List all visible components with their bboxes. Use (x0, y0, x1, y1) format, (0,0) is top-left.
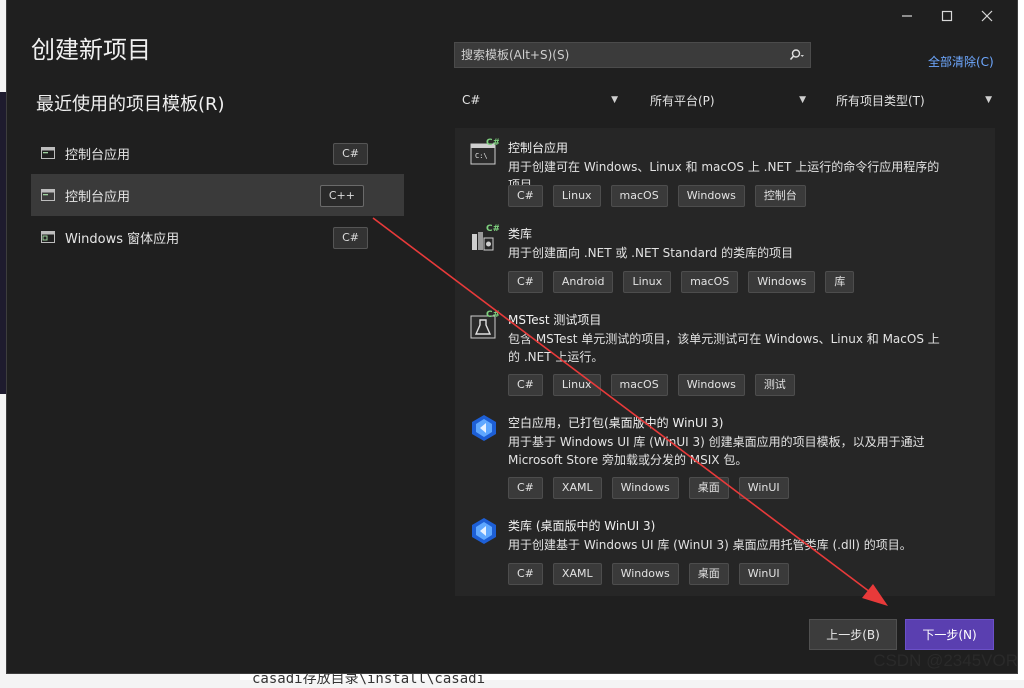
minimize-button[interactable] (887, 6, 927, 26)
close-icon (981, 10, 993, 22)
tag-badge: C# (508, 477, 543, 499)
winui-icon (472, 415, 496, 441)
template-tags: C# XAML Windows 桌面 WinUI (508, 477, 789, 499)
tag-badge: 桌面 (688, 477, 729, 499)
tag-badge: 库 (825, 271, 855, 293)
template-description: 用于创建面向 .NET 或 .NET Standard 的类库的项目 (508, 246, 794, 260)
search-input[interactable] (455, 47, 784, 63)
create-project-dialog: 创建新项目 最近使用的项目模板(R) 控制台应用 C# 控制台应用 C++ Wi… (6, 0, 1018, 674)
template-title: 类库 (508, 227, 533, 241)
tag-badge: Windows (611, 563, 679, 585)
tag-badge: C# (508, 185, 543, 207)
template-title: MSTest 测试项目 (508, 313, 602, 327)
template-title: 空白应用，已打包(桌面版中的 WinUI 3) (508, 416, 724, 430)
tag-badge: Windows (748, 271, 816, 293)
template-tags: C# Linux macOS Windows 控制台 (508, 185, 806, 207)
window-controls (887, 6, 1007, 26)
template-list: C:\ C# 控制台应用 用于创建可在 Windows、Linux 和 macO… (455, 128, 995, 596)
recent-templates-heading: 最近使用的项目模板(R) (36, 94, 225, 115)
tag-badge: XAML (552, 477, 602, 499)
template-title: 控制台应用 (508, 141, 569, 155)
tag-badge: macOS (610, 185, 668, 207)
test-flask-icon: C# (470, 310, 499, 339)
tag-badge: Windows (677, 185, 745, 207)
console-window-icon (41, 189, 55, 201)
tag-badge: 控制台 (754, 185, 806, 207)
csdn-watermark: CSDN @2345VOR (873, 651, 1018, 670)
template-description: 用于基于 Windows UI 库 (WinUI 3) 创建桌面应用的项目模板，… (508, 435, 925, 467)
minimize-icon (902, 15, 912, 17)
maximize-button[interactable] (927, 6, 967, 26)
template-description: 包含 MSTest 单元测试的项目，该单元测试可在 Windows、Linux … (508, 332, 940, 364)
language-badge: C# (333, 143, 368, 165)
console-window-icon (41, 147, 55, 159)
template-item-class-library[interactable]: C# 类库 用于创建面向 .NET 或 .NET Standard 的类库的项目… (455, 214, 995, 300)
tag-badge: Linux (623, 271, 672, 293)
back-button[interactable]: 上一步(B) (809, 619, 897, 650)
template-item-winui-packaged[interactable]: 空白应用，已打包(桌面版中的 WinUI 3) 用于基于 Windows UI … (455, 403, 995, 506)
recent-item-windows-forms[interactable]: Windows 窗体应用 C# (31, 216, 404, 258)
template-item-mstest[interactable]: C# MSTest 测试项目 包含 MSTest 单元测试的项目，该单元测试可在… (455, 300, 995, 403)
tag-badge: Linux (552, 374, 601, 396)
chevron-down-icon: ▼ (799, 95, 806, 105)
console-app-icon: C:\ C# (470, 138, 499, 165)
chevron-down-icon: ▼ (611, 95, 618, 105)
tag-badge: WinUI (738, 477, 789, 499)
project-type-filter-dropdown[interactable]: 所有项目类型(T) ▼ (836, 88, 992, 112)
maximize-icon (941, 10, 953, 22)
recent-templates-list: 控制台应用 C# 控制台应用 C++ Windows 窗体应用 C# (31, 132, 404, 258)
clear-all-link[interactable]: 全部清除(C) (928, 53, 994, 70)
tag-badge: C# (508, 563, 543, 585)
template-title: 类库 (桌面版中的 WinUI 3) (508, 519, 656, 533)
tag-badge: WinUI (738, 563, 789, 585)
svg-text:C#: C# (486, 224, 499, 234)
template-tags: C# XAML Windows 桌面 WinUI (508, 563, 789, 585)
next-button[interactable]: 下一步(N) (905, 619, 994, 650)
tag-badge: Android (552, 271, 614, 293)
language-badge: C# (333, 227, 368, 249)
tag-badge: Windows (677, 374, 745, 396)
tag-badge: XAML (552, 563, 602, 585)
recent-item-label: Windows 窗体应用 (65, 231, 180, 247)
language-filter-dropdown[interactable]: C# ▼ (462, 88, 618, 112)
template-item-winui-class-library[interactable]: 类库 (桌面版中的 WinUI 3) 用于创建基于 Windows UI 库 (… (455, 506, 995, 596)
svg-text:C#: C# (486, 310, 499, 320)
language-badge: C++ (319, 185, 364, 207)
svg-text:C:\: C:\ (475, 152, 488, 160)
tag-badge: C# (508, 271, 543, 293)
recent-item-console-csharp[interactable]: 控制台应用 C# (31, 132, 404, 174)
tag-badge: C# (508, 374, 543, 396)
tag-badge: Windows (611, 477, 679, 499)
dialog-title: 创建新项目 (31, 36, 151, 64)
template-search-box[interactable] (454, 42, 811, 68)
platform-filter-dropdown[interactable]: 所有平台(P) ▼ (650, 88, 806, 112)
recent-item-label: 控制台应用 (65, 147, 131, 163)
close-button[interactable] (967, 6, 1007, 26)
tag-badge: 测试 (754, 374, 795, 396)
project-type-filter-value: 所有项目类型(T) (836, 93, 925, 108)
recent-item-console-cpp[interactable]: 控制台应用 C++ (31, 174, 404, 216)
template-tags: C# Android Linux macOS Windows 库 (508, 271, 855, 293)
recent-item-label: 控制台应用 (65, 189, 131, 205)
tag-badge: Linux (552, 185, 601, 207)
language-filter-value: C# (462, 93, 481, 107)
class-library-icon: C# (472, 224, 499, 251)
platform-filter-value: 所有平台(P) (650, 93, 715, 108)
tag-badge: macOS (681, 271, 739, 293)
winui-icon (472, 518, 496, 544)
search-icon[interactable] (784, 49, 810, 61)
template-item-console-app[interactable]: C:\ C# 控制台应用 用于创建可在 Windows、Linux 和 macO… (455, 128, 995, 214)
svg-text:C#: C# (486, 138, 499, 148)
windows-form-icon (41, 231, 55, 243)
chevron-down-icon: ▼ (985, 95, 992, 105)
tag-badge: macOS (610, 374, 668, 396)
tag-badge: 桌面 (688, 563, 729, 585)
template-description: 用于创建基于 Windows UI 库 (WinUI 3) 桌面应用托管类库 (… (508, 538, 912, 552)
template-tags: C# Linux macOS Windows 测试 (508, 374, 795, 396)
